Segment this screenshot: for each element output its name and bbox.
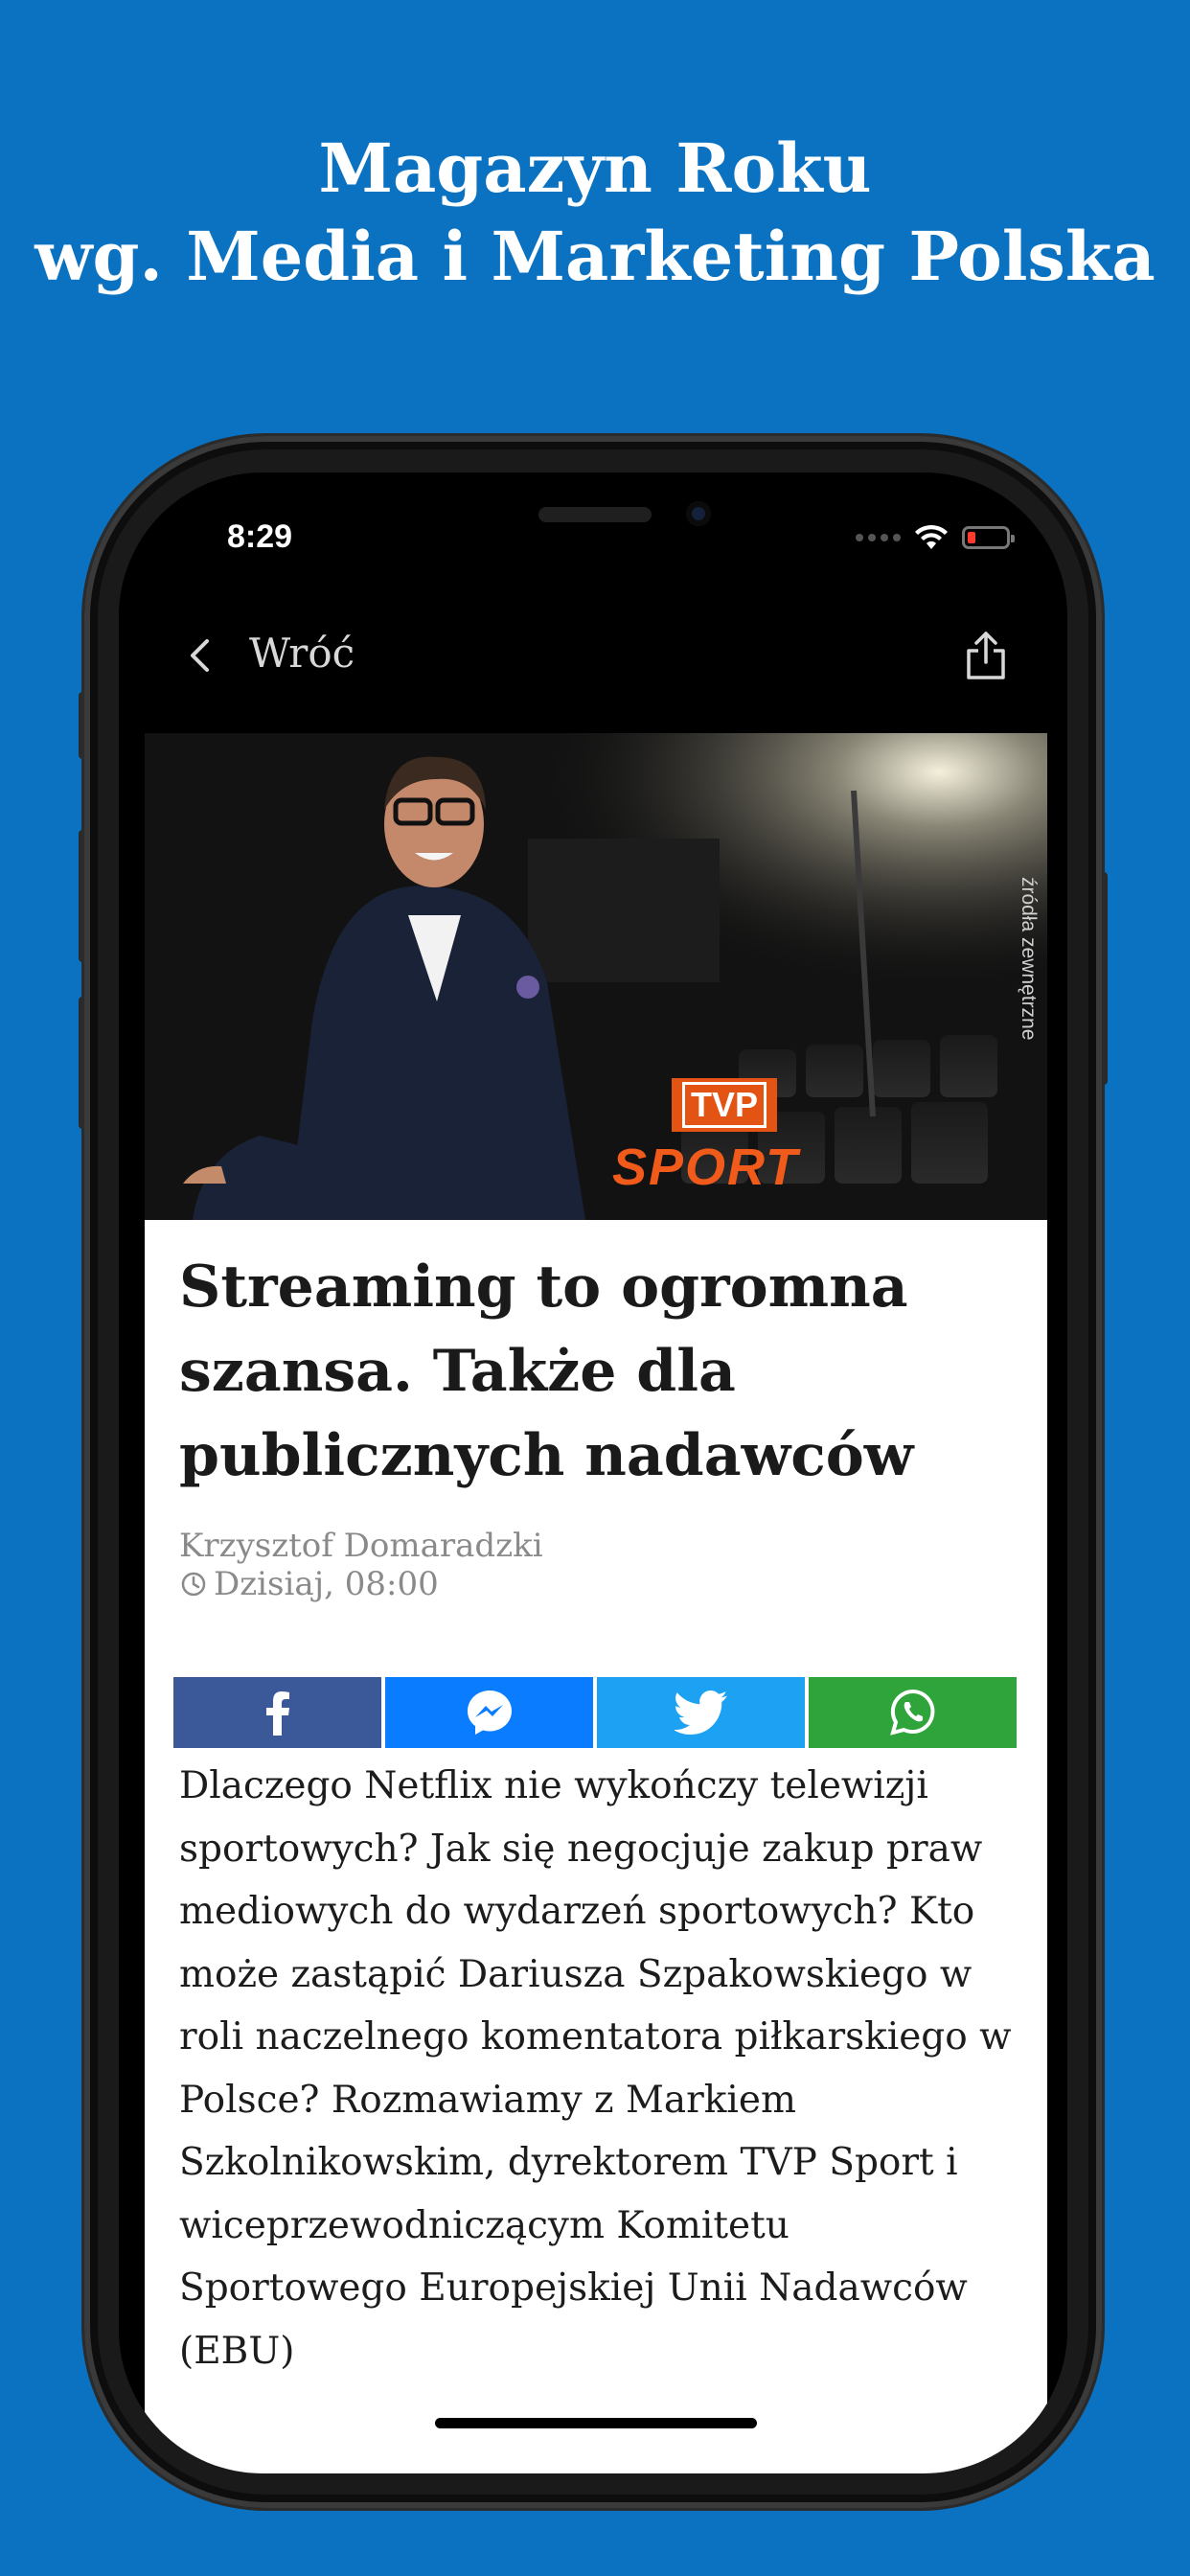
- battery-icon: [962, 526, 1015, 549]
- status-indicators: [856, 518, 1015, 557]
- hero-photo-illustration: [145, 733, 1047, 1220]
- status-time: 8:29: [227, 518, 293, 555]
- sport-logo-text: SPORT: [612, 1138, 800, 1196]
- article-date: Dzisiaj, 08:00: [214, 1565, 439, 1603]
- whatsapp-icon: [889, 1689, 934, 1736]
- facebook-share-button[interactable]: [173, 1677, 381, 1748]
- share-bar: [173, 1677, 1017, 1748]
- phone-screen: 8:29 Wróć źródła zewnętrzne TVP SPORT St…: [119, 472, 1067, 2473]
- share-icon[interactable]: [962, 630, 1010, 681]
- wifi-icon: [915, 524, 948, 549]
- facebook-icon: [265, 1691, 289, 1736]
- article-content: źródła zewnętrzne TVP SPORT Streaming to…: [145, 733, 1047, 2473]
- tvp-logo: TVP: [672, 1078, 777, 1132]
- cellular-signal-icon: [856, 534, 901, 541]
- tvp-logo-text: TVP: [681, 1082, 767, 1128]
- article-title: Streaming to ogromna szansa. Także dla p…: [179, 1254, 914, 1489]
- earpiece-speaker: [538, 507, 652, 522]
- promo-headline: Magazyn Roku wg. Media i Marketing Polsk…: [0, 125, 1190, 301]
- clock-icon: [181, 1572, 206, 1597]
- twitter-icon: [674, 1690, 727, 1735]
- back-button[interactable]: Wróć: [249, 630, 355, 677]
- chevron-left-icon[interactable]: [176, 632, 224, 679]
- navigation-bar: Wróć: [119, 607, 1067, 702]
- front-camera: [686, 501, 711, 526]
- messenger-icon: [467, 1690, 512, 1735]
- whatsapp-share-button[interactable]: [809, 1677, 1017, 1748]
- article-body: Dlaczego Netflix nie wykończy telewizji …: [179, 1764, 1012, 2373]
- article-author: Krzysztof Domaradzki: [179, 1527, 543, 1565]
- image-source-caption: źródła zewnętrzne: [1018, 877, 1040, 1041]
- promo-line-1: Magazyn Roku: [318, 128, 872, 208]
- promo-line-2: wg. Media i Marketing Polska: [34, 217, 1156, 296]
- article-date-row: Dzisiaj, 08:00: [179, 1565, 439, 1603]
- twitter-share-button[interactable]: [597, 1677, 805, 1748]
- hero-image: źródła zewnętrzne TVP SPORT: [145, 733, 1047, 1220]
- messenger-share-button[interactable]: [385, 1677, 593, 1748]
- home-indicator[interactable]: [435, 2418, 757, 2428]
